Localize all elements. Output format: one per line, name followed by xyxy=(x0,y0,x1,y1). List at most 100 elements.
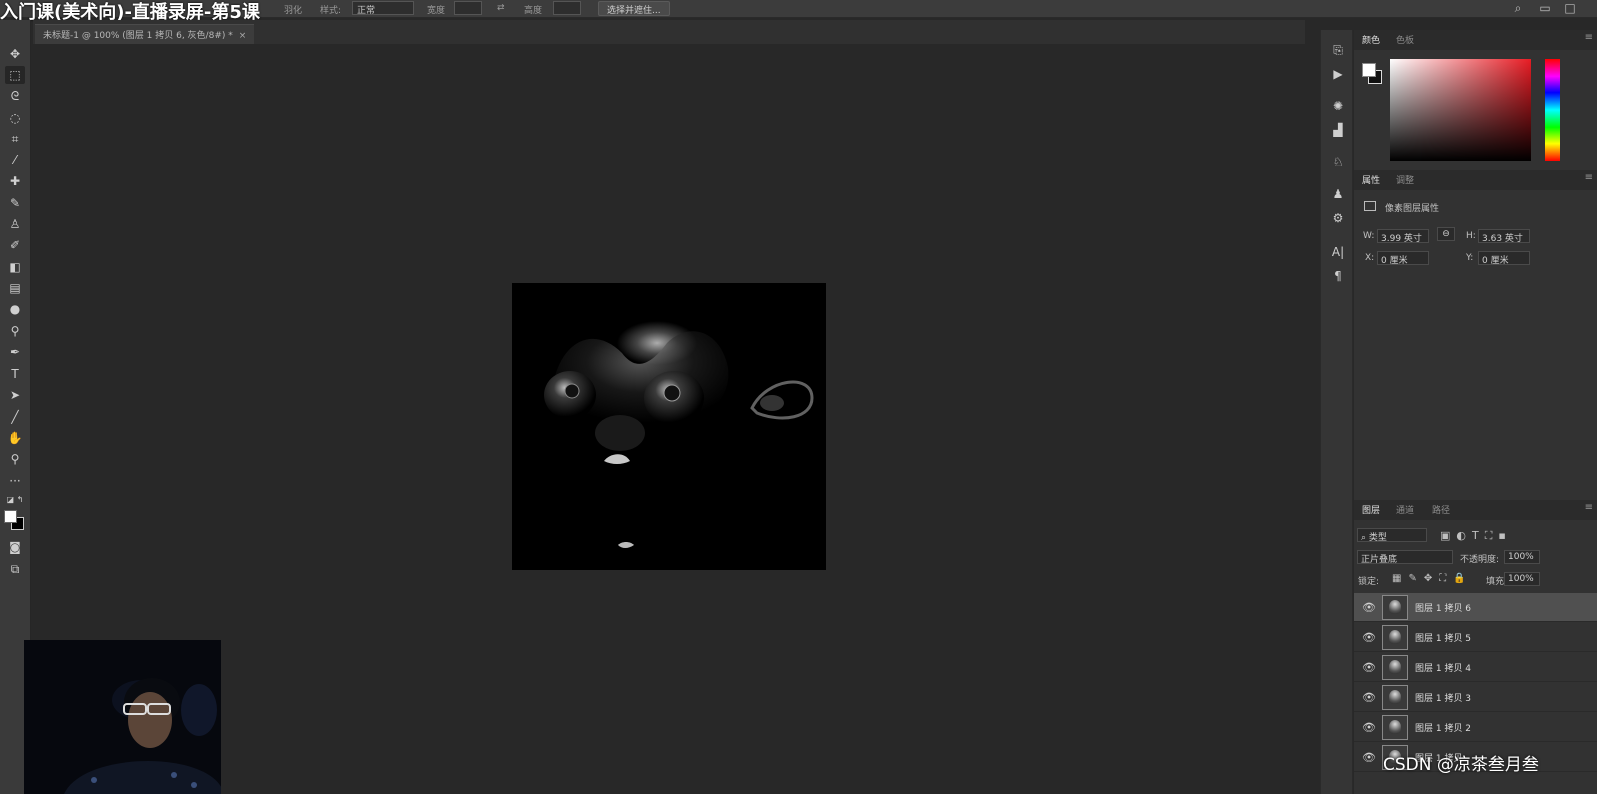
quick-mask-icon[interactable]: ◙ xyxy=(5,538,25,556)
brush-tool-icon[interactable]: ✎ xyxy=(5,194,25,212)
options-bar: 羽化 样式: 正常 宽度 ⇄ 高度 选择并遮住... ⌕ ▭ □ 入门课(美术向… xyxy=(0,0,1597,23)
adjustments-sliders-icon[interactable]: ⚙ xyxy=(1329,210,1347,226)
layer-name: 图层 1 拷贝 5 xyxy=(1415,634,1472,644)
rectangular-marquee-tool-icon[interactable]: ⬚ xyxy=(5,66,25,84)
move-tool-icon[interactable]: ✥ xyxy=(5,45,25,63)
visibility-eye-icon[interactable]: 👁 xyxy=(1362,721,1376,734)
width-label: 宽度 xyxy=(427,6,446,16)
y-label: Y: xyxy=(1466,253,1474,263)
history-icon[interactable]: ⎘ xyxy=(1329,42,1347,58)
document-tab[interactable]: 未标题-1 @ 100% (图层 1 拷贝 6, 灰色/8#) * × xyxy=(35,24,255,44)
panel-foreground-swatch[interactable] xyxy=(1362,63,1376,77)
style-label: 样式: xyxy=(320,6,342,16)
history-brush-tool-icon[interactable]: ✐ xyxy=(5,236,25,254)
width-field[interactable] xyxy=(454,1,482,15)
document-tab-label: 未标题-1 @ 100% (图层 1 拷贝 6, 灰色/8#) * xyxy=(43,31,233,41)
visibility-eye-icon[interactable]: 👁 xyxy=(1362,691,1376,704)
style-select[interactable]: 正常 xyxy=(352,1,414,16)
document-canvas[interactable] xyxy=(512,283,826,570)
dodge-tool-icon[interactable]: ⚲ xyxy=(5,322,25,340)
color-panel-header: 颜色 色板 ≡ xyxy=(1354,30,1597,50)
crop-tool-icon[interactable]: ⌗ xyxy=(5,130,25,148)
blend-mode-select[interactable]: 正片叠底 xyxy=(1357,550,1453,565)
zoom-tool-icon[interactable]: ⚲ xyxy=(5,450,25,468)
layer-filter-label: 类型 xyxy=(1368,533,1387,543)
quick-selection-tool-icon[interactable]: ◌ xyxy=(5,109,25,127)
lasso-tool-icon[interactable]: ᘓ xyxy=(5,87,25,105)
eraser-tool-icon[interactable]: ◧ xyxy=(5,258,25,276)
layer-thumbnail xyxy=(1382,715,1408,740)
layer-name: 图层 1 拷贝 4 xyxy=(1415,664,1472,674)
tool-presets-icon[interactable]: ♟ xyxy=(1329,186,1347,202)
eyedropper-tool-icon[interactable]: ⁄ xyxy=(5,151,25,169)
type-tool-icon[interactable]: T xyxy=(5,365,25,383)
layer-row[interactable]: 👁 图层 1 拷贝 4 xyxy=(1354,653,1597,682)
hand-tool-icon[interactable]: ✋ xyxy=(5,429,25,447)
paragraph-icon[interactable]: ¶ xyxy=(1329,268,1347,284)
tab-swatches[interactable]: 色板 xyxy=(1396,33,1414,46)
x-label: X: xyxy=(1365,253,1375,263)
tab-adjustments[interactable]: 调整 xyxy=(1396,173,1414,186)
panel-menu-icon[interactable]: ≡ xyxy=(1585,502,1593,513)
height-field[interactable] xyxy=(553,1,581,15)
tab-channels[interactable]: 通道 xyxy=(1396,503,1414,516)
presenter-video xyxy=(24,640,221,794)
link-dimensions-icon[interactable]: ⊖ xyxy=(1437,227,1455,241)
layer-name: 图层 1 拷贝 2 xyxy=(1415,724,1472,734)
tab-color[interactable]: 颜色 xyxy=(1362,33,1380,46)
layer-row[interactable]: 👁 图层 1 拷贝 5 xyxy=(1354,623,1597,652)
layer-filter-icons[interactable]: ▣◐T⛶▪ xyxy=(1440,529,1512,543)
height-label: 高度 xyxy=(524,6,543,16)
fill-field[interactable]: 100% xyxy=(1504,572,1540,586)
brushes-icon[interactable]: ▟ xyxy=(1329,122,1347,138)
layer-name: 图层 1 拷贝 6 xyxy=(1415,604,1472,614)
h-field[interactable]: 3.63 英寸 xyxy=(1478,229,1530,244)
webcam-overlay xyxy=(24,640,221,794)
character-icon[interactable]: A| xyxy=(1329,244,1347,260)
more-tools-icon[interactable]: ··· xyxy=(5,472,25,490)
layer-filter-select[interactable]: ⌕ 类型 xyxy=(1357,528,1427,543)
panel-menu-icon[interactable]: ≡ xyxy=(1585,32,1593,43)
share-icon[interactable]: □ xyxy=(1563,1,1577,15)
brush-settings-icon[interactable]: ✺ xyxy=(1329,98,1347,114)
hue-slider[interactable] xyxy=(1545,59,1560,161)
foreground-color-swatch[interactable] xyxy=(4,510,17,523)
layer-row[interactable]: 👁 图层 1 拷贝 6 xyxy=(1354,593,1597,622)
healing-brush-tool-icon[interactable]: ✚ xyxy=(5,172,25,190)
y-field[interactable]: 0 厘米 xyxy=(1478,251,1530,266)
visibility-eye-icon[interactable]: 👁 xyxy=(1362,601,1376,614)
gradient-tool-icon[interactable]: ▤ xyxy=(5,279,25,297)
lock-icons[interactable]: ▦✎✥⛶🔒 xyxy=(1392,573,1473,584)
opacity-field[interactable]: 100% xyxy=(1504,550,1540,564)
clone-stamp-tool-icon[interactable]: ♙ xyxy=(5,215,25,233)
blur-tool-icon[interactable]: ● xyxy=(5,300,25,318)
tab-paths[interactable]: 路径 xyxy=(1432,503,1450,516)
visibility-eye-icon[interactable]: 👁 xyxy=(1362,751,1376,764)
pen-tool-icon[interactable]: ✒ xyxy=(5,343,25,361)
properties-panel-header: 属性 调整 ≡ xyxy=(1354,170,1597,190)
panel-menu-icon[interactable]: ≡ xyxy=(1585,172,1593,183)
swap-icon[interactable]: ⇄ xyxy=(497,3,505,13)
path-selection-tool-icon[interactable]: ➤ xyxy=(5,386,25,404)
clone-source-icon[interactable]: ♘ xyxy=(1329,154,1347,170)
visibility-eye-icon[interactable]: 👁 xyxy=(1362,631,1376,644)
w-label: W: xyxy=(1363,231,1375,241)
tab-properties[interactable]: 属性 xyxy=(1362,173,1380,186)
layer-row[interactable]: 👁 图层 1 拷贝 3 xyxy=(1354,683,1597,712)
close-tab-icon[interactable]: × xyxy=(239,31,247,41)
layer-row[interactable]: 👁 图层 1 拷贝 2 xyxy=(1354,713,1597,742)
search-icon[interactable]: ⌕ xyxy=(1511,1,1525,15)
layer-thumbnail xyxy=(1382,685,1408,710)
color-picker-field[interactable] xyxy=(1390,59,1531,161)
line-tool-icon[interactable]: ╱ xyxy=(5,408,25,426)
select-and-mask-button[interactable]: 选择并遮住... xyxy=(598,1,670,16)
w-field[interactable]: 3.99 英寸 xyxy=(1377,229,1429,244)
actions-play-icon[interactable]: ▶ xyxy=(1329,66,1347,82)
workspace-icon[interactable]: ▭ xyxy=(1538,1,1552,15)
tab-layers[interactable]: 图层 xyxy=(1362,503,1380,516)
screen-mode-icon[interactable]: ⧉ xyxy=(5,560,25,578)
visibility-eye-icon[interactable]: 👁 xyxy=(1362,661,1376,674)
x-field[interactable]: 0 厘米 xyxy=(1377,251,1429,266)
default-colors-icon[interactable]: ◪ ↰ xyxy=(5,491,25,509)
rendered-monkey-head-image xyxy=(544,321,814,548)
